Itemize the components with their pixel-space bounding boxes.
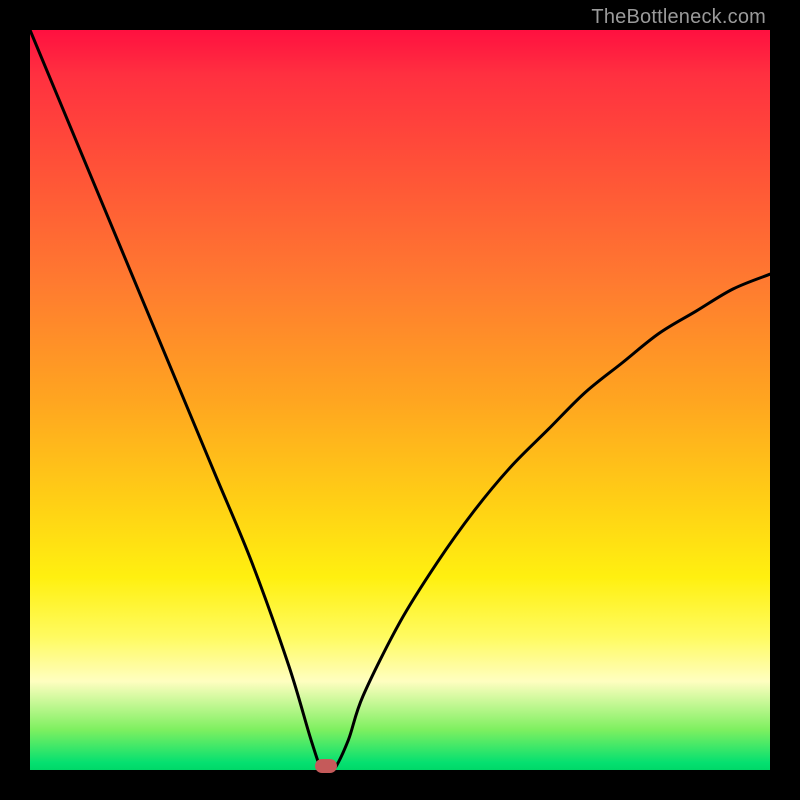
chart-container: TheBottleneck.com <box>0 0 800 800</box>
optimal-point-marker <box>315 759 337 773</box>
curve-svg <box>30 30 770 770</box>
watermark-text: TheBottleneck.com <box>591 6 766 29</box>
plot-area <box>30 30 770 770</box>
bottleneck-curve <box>30 30 770 774</box>
